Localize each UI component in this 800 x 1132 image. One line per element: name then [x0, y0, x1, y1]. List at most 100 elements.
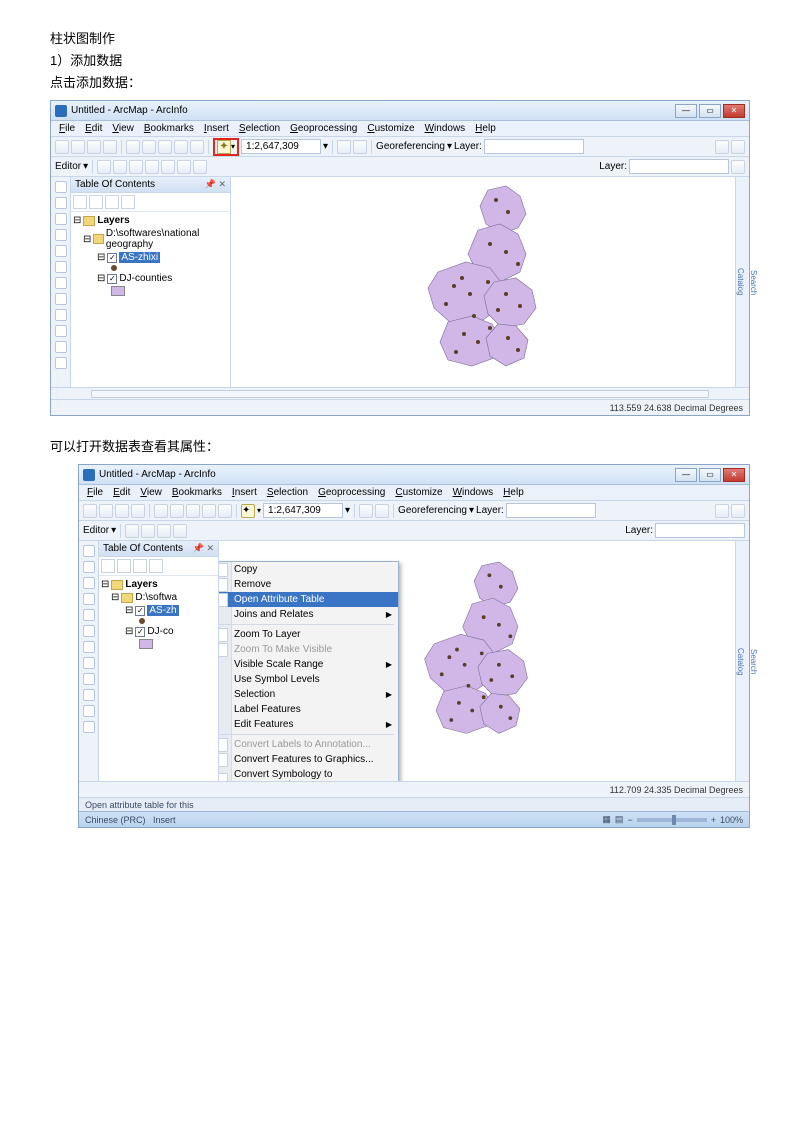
dropdown-arrow-icon[interactable]: ▾: [345, 505, 350, 516]
map-view[interactable]: [231, 177, 735, 387]
menu-selection[interactable]: Selection: [263, 486, 312, 499]
layer-item[interactable]: ⊟ DJ-co: [101, 625, 216, 638]
new-icon[interactable]: [55, 140, 69, 154]
close-button[interactable]: ✕: [723, 104, 745, 118]
checkbox[interactable]: [107, 274, 117, 284]
tool-icon[interactable]: [359, 504, 373, 518]
list-visible-icon[interactable]: [133, 559, 147, 573]
add-data-button[interactable]: ✦: [217, 140, 231, 154]
cut-icon[interactable]: [154, 504, 168, 518]
layer-item[interactable]: ⊟ DJ-counties: [73, 272, 228, 285]
scale-input[interactable]: 1:2,647,309: [241, 139, 321, 154]
ctx-remove[interactable]: Remove: [219, 577, 398, 592]
menu-edit[interactable]: Edit: [81, 122, 106, 135]
tool-icon[interactable]: [161, 160, 175, 174]
find-icon[interactable]: [83, 705, 95, 717]
open-icon[interactable]: [71, 140, 85, 154]
tool-icon[interactable]: [193, 160, 207, 174]
layer-symbol[interactable]: [73, 285, 228, 297]
layer-item[interactable]: ⊟ AS-zhixi: [73, 251, 228, 264]
layer-symbol[interactable]: [101, 617, 216, 625]
menu-windows[interactable]: Windows: [421, 122, 470, 135]
menu-edit[interactable]: Edit: [109, 486, 134, 499]
fixed-zoom-in-icon[interactable]: [55, 245, 67, 257]
pin-icon[interactable]: 📌 ✕: [205, 179, 226, 190]
tool-icon[interactable]: [731, 504, 745, 518]
ctx-convert-symbology-to-representation[interactable]: Convert Symbology to Representation...: [219, 767, 398, 781]
layer-symbol[interactable]: [73, 264, 228, 272]
datasource-node[interactable]: ⊟ D:\softwa: [101, 591, 216, 604]
fixed-zoom-out-icon[interactable]: [83, 625, 95, 637]
layer-item[interactable]: ⊟ AS-zh: [101, 604, 216, 617]
menu-customize[interactable]: Customize: [363, 122, 418, 135]
view-icon[interactable]: ▦: [602, 814, 611, 825]
minimize-button[interactable]: —: [675, 468, 697, 482]
h-scrollbar[interactable]: [51, 387, 749, 399]
minimize-button[interactable]: —: [675, 104, 697, 118]
menu-customize[interactable]: Customize: [391, 486, 446, 499]
ctx-convert-features-to-graphics[interactable]: Convert Features to Graphics...: [219, 752, 398, 767]
tool-icon[interactable]: [97, 160, 111, 174]
tool-icon[interactable]: [141, 524, 155, 538]
scale-input[interactable]: 1:2,647,309: [263, 503, 343, 518]
menu-insert[interactable]: Insert: [200, 122, 233, 135]
tool-icon[interactable]: [157, 524, 171, 538]
full-extent-icon[interactable]: [83, 593, 95, 605]
menu-view[interactable]: View: [108, 122, 138, 135]
tool-icon[interactable]: [113, 160, 127, 174]
ctx-visible-scale-range[interactable]: Visible Scale Range▶: [219, 657, 398, 672]
print-icon[interactable]: [131, 504, 145, 518]
georef-layer-combo[interactable]: [484, 139, 584, 154]
save-icon[interactable]: [87, 140, 101, 154]
menu-file[interactable]: File: [83, 486, 107, 499]
list-select-icon[interactable]: [149, 559, 163, 573]
checkbox[interactable]: [135, 627, 145, 637]
menu-help[interactable]: Help: [471, 122, 500, 135]
ctx-copy[interactable]: Copy: [219, 562, 398, 577]
list-source-icon[interactable]: [117, 559, 131, 573]
layer-symbol[interactable]: [101, 638, 216, 650]
ctx-selection[interactable]: Selection▶: [219, 687, 398, 702]
tab-search[interactable]: Search: [749, 649, 758, 674]
find-icon[interactable]: [55, 341, 67, 353]
zoom-in-icon[interactable]: [55, 181, 67, 193]
zoom-in-icon[interactable]: [83, 545, 95, 557]
ctx-edit-features[interactable]: Edit Features▶: [219, 717, 398, 732]
select-icon[interactable]: [55, 309, 67, 321]
paste-icon[interactable]: [186, 504, 200, 518]
tool-icon[interactable]: [145, 160, 159, 174]
select-icon[interactable]: [83, 673, 95, 685]
maximize-button[interactable]: ▭: [699, 468, 721, 482]
zoom-slider[interactable]: [637, 818, 707, 822]
layer-combo[interactable]: [655, 523, 745, 538]
tool-icon[interactable]: [715, 504, 729, 518]
maximize-button[interactable]: ▭: [699, 104, 721, 118]
checkbox[interactable]: [135, 606, 145, 616]
zoom-out-icon[interactable]: [83, 561, 95, 573]
pan-icon[interactable]: [83, 577, 95, 589]
word-mode[interactable]: Insert: [153, 815, 176, 825]
word-lang[interactable]: Chinese (PRC): [85, 815, 146, 825]
menu-bookmarks[interactable]: Bookmarks: [140, 122, 198, 135]
forward-icon[interactable]: [55, 293, 67, 305]
full-extent-icon[interactable]: [55, 229, 67, 241]
cut-icon[interactable]: [126, 140, 140, 154]
zoom-out-icon[interactable]: −: [627, 815, 632, 825]
dropdown-arrow-icon[interactable]: ▾: [257, 506, 261, 515]
dropdown-arrow-icon[interactable]: ▾: [323, 141, 328, 152]
back-icon[interactable]: [55, 277, 67, 289]
list-select-icon[interactable]: [121, 195, 135, 209]
checkbox[interactable]: [107, 253, 117, 263]
paste-icon[interactable]: [158, 140, 172, 154]
new-icon[interactable]: [83, 504, 97, 518]
editor-toolbar-icon[interactable]: [337, 140, 351, 154]
tool-icon[interactable]: [129, 160, 143, 174]
menu-help[interactable]: Help: [499, 486, 528, 499]
menu-file[interactable]: File: [55, 122, 79, 135]
editor-label[interactable]: Editor: [83, 525, 109, 536]
add-data-button[interactable]: ✦: [241, 504, 255, 518]
dropdown-arrow-icon[interactable]: ▾: [83, 161, 88, 172]
tool-icon[interactable]: [375, 504, 389, 518]
identify-icon[interactable]: [83, 689, 95, 701]
map-view[interactable]: CopyRemoveOpen Attribute TableJoins and …: [219, 541, 735, 781]
